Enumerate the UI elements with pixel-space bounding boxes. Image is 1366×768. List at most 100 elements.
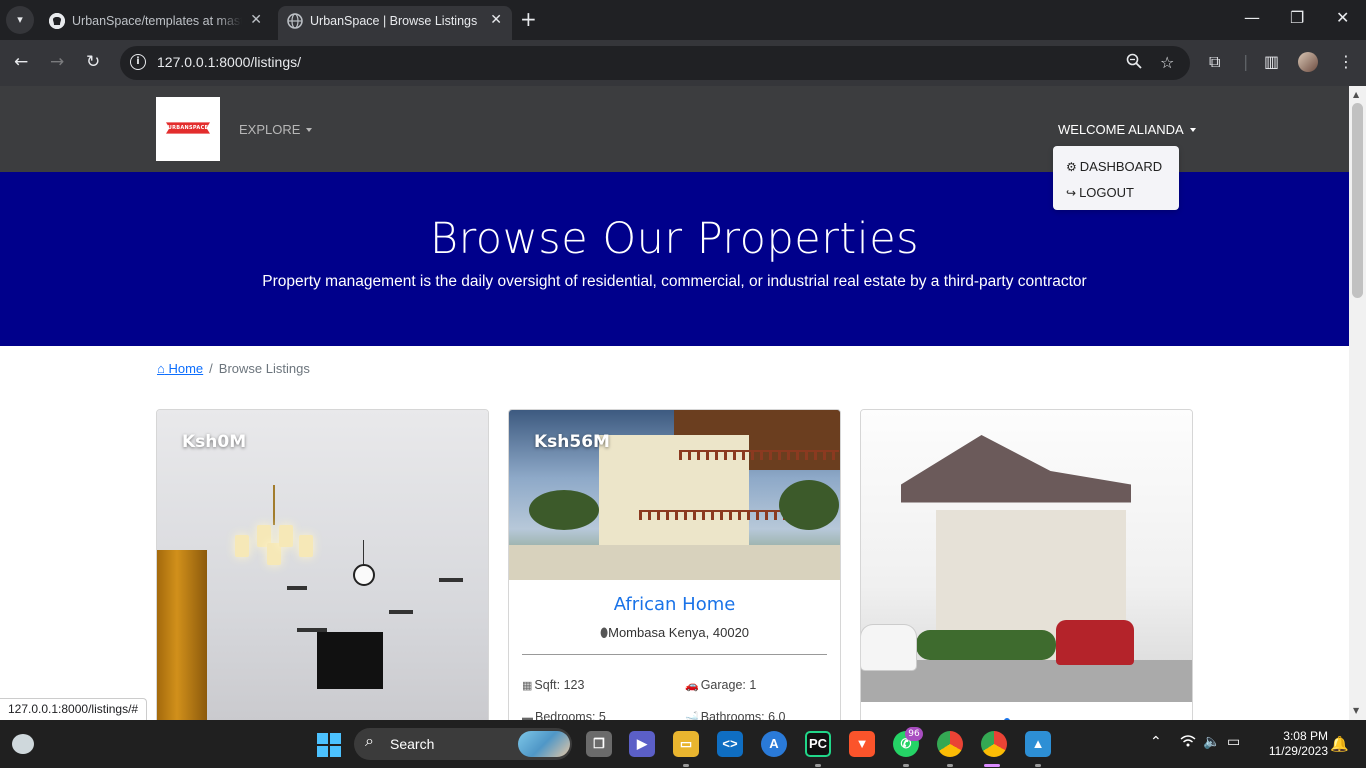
user-dropdown: ⚙ DASHBOARD ↪ LOGOUT [1053,146,1179,210]
caret-down-icon [1189,128,1196,132]
close-tab-icon[interactable]: ✕ [490,12,502,28]
back-icon[interactable]: ← [14,51,28,73]
minimize-icon[interactable]: — [1244,8,1260,27]
taskbar-clock[interactable]: 3:08 PM 11/29/2023 [1258,729,1328,759]
close-tab-icon[interactable]: ✕ [250,12,262,28]
bathrooms-text: Bathrooms: 6.0 [700,710,786,720]
listing-price: Ksh56M [534,432,610,452]
palm-tree [779,480,839,530]
tab-title: UrbanSpace | Browse Listings [310,14,478,28]
forward-icon[interactable]: → [50,51,64,73]
listing-price: Ksh0M [182,432,247,452]
vscode-icon[interactable]: <> [717,731,743,757]
chrome-icon[interactable] [937,731,963,757]
taskbar-search[interactable]: ⌕ Search [354,728,572,760]
side-panel-icon[interactable]: ▥ [1264,52,1279,71]
weather-icon[interactable] [12,734,34,754]
shelf [439,578,463,582]
tab-search-button[interactable]: ▾ [6,6,34,34]
toolbar-divider: | [1243,52,1249,71]
browser-tab-bar: ▾ UrbanSpace/templates at maste ✕ UrbanS… [0,0,1366,40]
listing-title[interactable]: African Home [509,594,840,615]
restore-icon[interactable]: ❐ [1290,8,1304,27]
zoom-icon[interactable] [1126,53,1142,73]
hero-title: Browse Our Properties [429,214,920,264]
page-scrollbar[interactable]: ▲ ▼ [1349,86,1366,720]
welcome-label: WELCOME ALIANDA [1058,122,1184,137]
address-bar[interactable]: i 127.0.0.1:8000/listings/ ☆ [120,46,1190,80]
windows-taskbar: ⌕ Search ❐ ▶ ▭ <> A PC ▼ ✆ 96 ▲ ⌃ 🔈 ▭ 3:… [0,720,1366,768]
photos-icon[interactable]: ▲ [1025,731,1051,757]
listing-garage: 🚗 Garage: 1 [685,678,756,692]
user-menu[interactable]: WELCOME ALIANDA [1058,122,1196,137]
sqft-text: Sqft: 123 [534,678,585,692]
menu-kebab-icon[interactable]: ⋮ [1338,52,1354,71]
explore-label: EXPLORE [239,122,301,137]
scroll-up-icon[interactable]: ▲ [1353,90,1359,99]
logout-label: LOGOUT [1079,185,1134,200]
listing-image[interactable] [861,410,1192,702]
start-button[interactable] [317,733,341,757]
listing-card[interactable]: Ksh0M [156,409,489,720]
dashboard-label: DASHBOARD [1079,159,1163,174]
tab-github[interactable]: UrbanSpace/templates at maste ✕ [40,6,272,40]
whatsapp-badge: 96 [905,727,923,741]
tab-urbanspace[interactable]: UrbanSpace | Browse Listings ✕ [278,6,512,40]
listing-card[interactable]: Ksh56M African Home ⬮Mombasa Kenya, 4002… [508,409,841,720]
globe-icon [287,13,303,29]
profile-avatar[interactable] [1298,52,1318,72]
file-explorer-icon[interactable]: ▭ [673,731,699,757]
teams-icon[interactable]: ▶ [629,731,655,757]
shelf [389,610,413,614]
close-window-icon[interactable]: ✕ [1336,8,1349,27]
android-studio-icon[interactable]: A [761,731,787,757]
github-icon [49,13,65,29]
battery-icon[interactable]: ▭ [1227,734,1240,750]
listing-card[interactable] [860,409,1193,720]
roof-terrace [509,545,840,580]
listing-image[interactable] [157,410,488,720]
breadcrumb-home-link[interactable]: ⌂ Home [157,361,203,376]
scroll-down-icon[interactable]: ▼ [1353,706,1359,715]
brave-icon[interactable]: ▼ [849,731,875,757]
divider [522,654,827,655]
clock-date: 11/29/2023 [1268,744,1328,758]
search-highlight-image [518,731,570,757]
active-app-indicator [984,764,1000,767]
listing-sqft: ▦ Sqft: 123 [522,678,584,692]
volume-icon[interactable]: 🔈 [1203,734,1220,750]
white-car [861,625,916,670]
palm-tree [529,490,599,530]
bath-icon: 🛁 [685,712,699,720]
notification-bell-icon[interactable]: 🔔 [1330,735,1349,753]
extensions-icon[interactable]: ⧉ [1209,52,1220,72]
site-info-icon[interactable]: i [130,54,146,70]
site-logo[interactable]: URBANSPACE [156,97,220,161]
bedrooms-text: Bedrooms: 5 [535,710,606,720]
reload-icon[interactable]: ↻ [86,51,100,73]
pycharm-icon[interactable]: PC [805,731,831,757]
red-car [1056,620,1134,665]
tray-overflow-icon[interactable]: ⌃ [1150,734,1162,750]
tab-title: UrbanSpace/templates at maste [72,14,242,28]
clock-time: 3:08 PM [1283,729,1328,743]
chrome-active-icon[interactable] [981,731,1007,757]
bookmark-star-icon[interactable]: ☆ [1160,53,1174,72]
search-icon: ⌕ [365,733,374,750]
logo-mark: URBANSPACE [166,122,210,134]
bed-icon: ▬ [522,712,533,720]
dashboard-link[interactable]: ⚙ DASHBOARD [1066,159,1162,174]
home-icon: ⌂ [157,361,165,376]
breadcrumb-current: Browse Listings [218,361,310,376]
logout-link[interactable]: ↪ LOGOUT [1066,185,1134,200]
hero-subtitle: Property management is the daily oversig… [262,273,1087,290]
map-marker-icon: ⬮ [599,625,609,640]
scrollbar-thumb[interactable] [1352,103,1363,298]
explore-menu[interactable]: EXPLORE [239,122,313,137]
task-view-icon[interactable]: ❐ [586,731,612,757]
new-tab-button[interactable]: + [520,8,537,30]
wifi-icon[interactable] [1180,734,1196,752]
sign-out-icon: ↪ [1066,186,1077,200]
listing-bathrooms: 🛁 Bathrooms: 6.0 [685,710,785,720]
address-url[interactable]: 127.0.0.1:8000/listings/ [157,54,301,70]
